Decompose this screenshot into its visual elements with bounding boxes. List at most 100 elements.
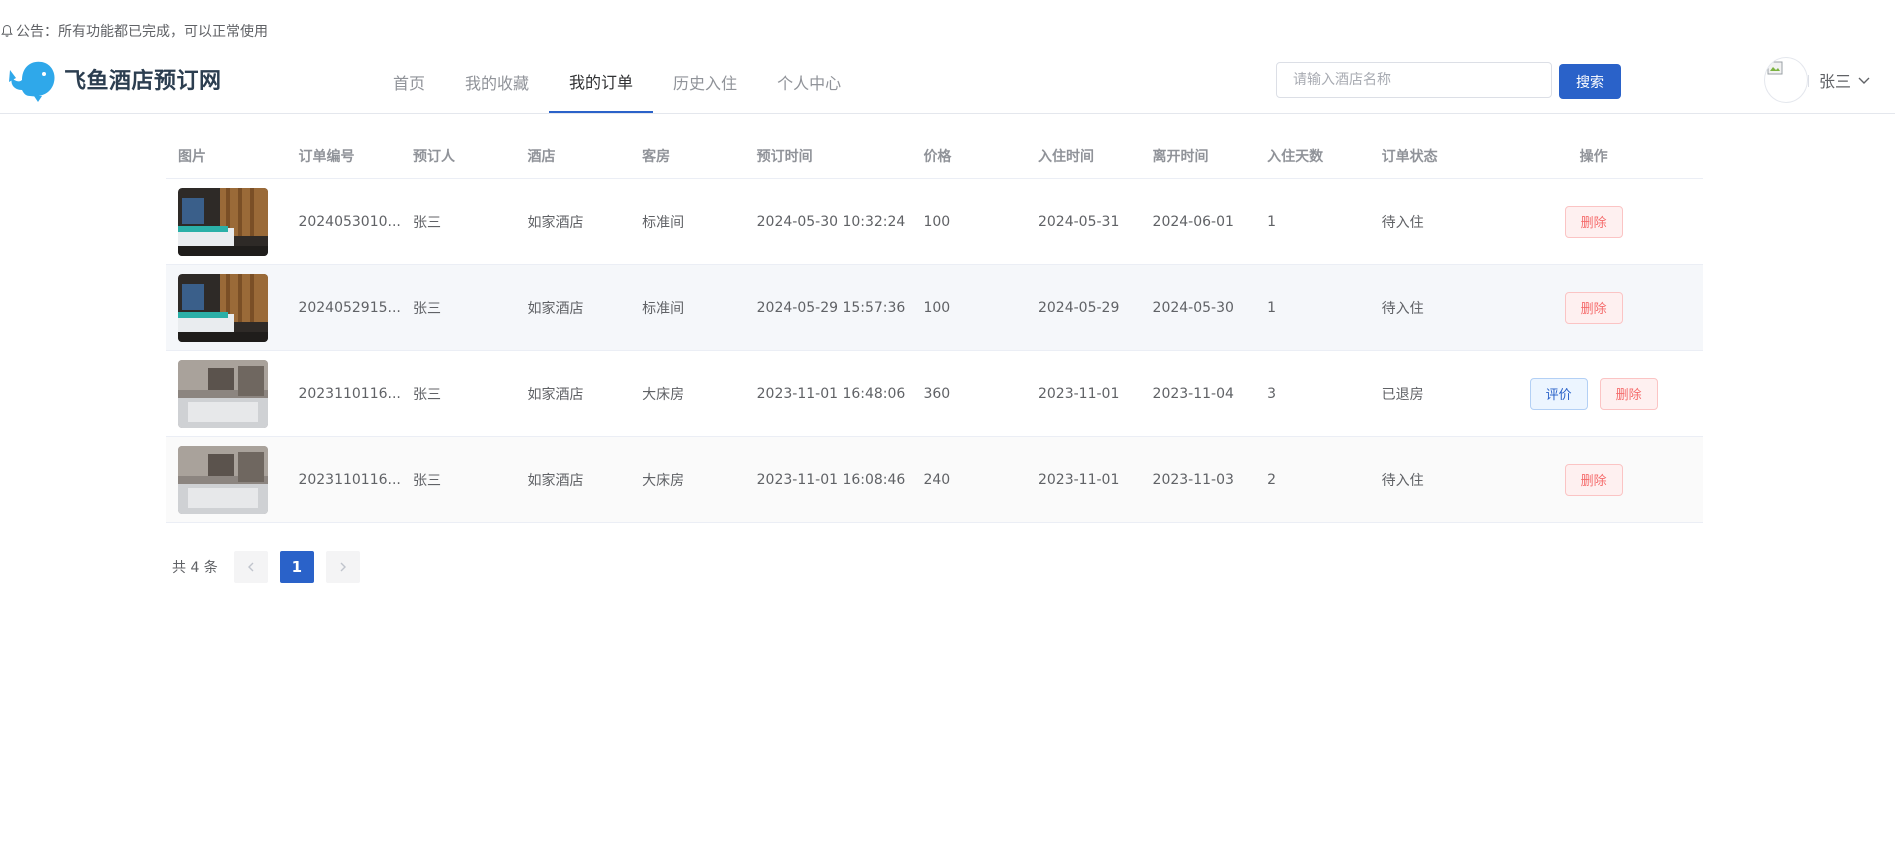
whale-logo-icon [9, 61, 55, 102]
room-type: 大床房 [642, 472, 685, 489]
prev-page-button[interactable] [233, 551, 268, 583]
site-logo[interactable]: 飞鱼酒店预订网 [8, 56, 222, 102]
header-divider [1808, 75, 1809, 87]
col-header-image: 图片 [178, 148, 206, 165]
price: 240 [923, 471, 951, 488]
room-photo[interactable] [178, 187, 268, 256]
price: 360 [923, 385, 951, 402]
user-name: 张三 [1819, 72, 1852, 91]
guest-name: 张三 [413, 214, 441, 231]
row-actions: 评价 删除 [1484, 377, 1703, 410]
guest-name: 张三 [413, 300, 441, 317]
room-image-cell [166, 273, 286, 342]
price: 100 [923, 213, 951, 230]
search-button[interactable]: 搜索 [1559, 64, 1621, 99]
checkin-date: 2024-05-31 [1037, 213, 1120, 230]
nav-home[interactable]: 首页 [373, 50, 445, 113]
hotel-name: 如家酒店 [527, 300, 584, 317]
col-header-guest: 预订人 [413, 148, 455, 165]
guest-name: 张三 [413, 386, 441, 403]
chevron-right-icon [340, 562, 346, 572]
room-image-cell [166, 445, 286, 514]
checkin-date: 2023-11-01 [1037, 385, 1120, 402]
order-number: 2023110116... [298, 471, 401, 488]
orders-table: 图片 订单编号 预订人 酒店 客房 预订时间 价格 入住时间 离开时间 入住天数… [166, 133, 1703, 523]
chevron-left-icon [247, 562, 254, 572]
delete-button[interactable]: 删除 [1564, 291, 1623, 324]
col-header-order-no: 订单编号 [298, 148, 355, 165]
stay-days: 1 [1267, 213, 1276, 230]
pagination: 共 4 条 1 [172, 551, 372, 583]
nav-profile[interactable]: 个人中心 [757, 50, 861, 113]
stay-days: 3 [1267, 385, 1276, 402]
nav-history[interactable]: 历史入住 [653, 50, 757, 113]
room-image-cell [166, 359, 286, 428]
checkout-date: 2024-05-30 [1152, 299, 1234, 316]
col-header-days: 入住天数 [1267, 148, 1324, 165]
user-menu[interactable]: 张三 [1819, 68, 1871, 92]
order-number: 2024052915... [298, 299, 401, 316]
delete-button[interactable]: 删除 [1564, 463, 1623, 496]
hotel-name: 如家酒店 [527, 472, 584, 489]
row-actions: 删除 [1484, 205, 1703, 238]
room-photo[interactable] [178, 273, 268, 342]
booked-time: 2023-11-01 16:48:06 [756, 385, 906, 402]
order-number: 2023110116... [298, 385, 401, 402]
total-count: 共 4 条 [172, 560, 218, 576]
order-status: 待入住 [1381, 214, 1424, 231]
order-status: 待入住 [1381, 300, 1424, 317]
order-status: 已退房 [1381, 386, 1424, 403]
bell-icon [1, 24, 13, 37]
table-row: 2023110116... 张三 如家酒店 大床房 2023-11-01 16:… [166, 437, 1703, 523]
room-photo[interactable] [178, 445, 268, 514]
stay-days: 2 [1267, 471, 1276, 488]
col-header-actions: 操作 [1579, 148, 1608, 165]
site-name: 飞鱼酒店预订网 [64, 69, 222, 94]
room-type: 大床房 [642, 386, 685, 403]
guest-name: 张三 [413, 472, 441, 489]
booked-time: 2024-05-29 15:57:36 [756, 299, 906, 316]
hotel-name: 如家酒店 [527, 386, 584, 403]
booked-time: 2024-05-30 10:32:24 [756, 213, 906, 230]
checkin-date: 2024-05-29 [1037, 299, 1120, 316]
main-nav: 首页 我的收藏 我的订单 历史入住 个人中心 [373, 50, 861, 113]
order-number: 2024053010... [298, 213, 401, 230]
room-photo[interactable] [178, 359, 268, 428]
table-row: 2024053010... 张三 如家酒店 标准间 2024-05-30 10:… [166, 179, 1703, 265]
col-header-hotel: 酒店 [527, 148, 556, 165]
next-page-button[interactable] [325, 551, 360, 583]
avatar[interactable] [1764, 57, 1808, 103]
checkout-date: 2024-06-01 [1152, 213, 1234, 230]
col-header-checkin: 入住时间 [1037, 148, 1094, 165]
col-header-checkout: 离开时间 [1152, 148, 1209, 165]
review-button[interactable]: 评价 [1529, 377, 1588, 410]
col-header-booked-time: 预订时间 [756, 148, 813, 165]
order-status: 待入住 [1381, 472, 1424, 489]
checkin-date: 2023-11-01 [1037, 471, 1120, 488]
stay-days: 1 [1267, 299, 1276, 316]
delete-button[interactable]: 删除 [1564, 205, 1623, 238]
nav-favorites[interactable]: 我的收藏 [445, 50, 549, 113]
room-type: 标准间 [642, 300, 685, 317]
row-actions: 删除 [1484, 291, 1703, 324]
hotel-name: 如家酒店 [527, 214, 584, 231]
table-row: 2024052915... 张三 如家酒店 标准间 2024-05-29 15:… [166, 265, 1703, 351]
checkout-date: 2023-11-04 [1152, 385, 1234, 402]
price: 100 [923, 299, 951, 316]
room-image-cell [166, 187, 286, 256]
row-actions: 删除 [1484, 463, 1703, 496]
delete-button[interactable]: 删除 [1599, 377, 1658, 410]
col-header-room: 客房 [642, 148, 671, 165]
table-row: 2023110116... 张三 如家酒店 大床房 2023-11-01 16:… [166, 351, 1703, 437]
table-header: 图片 订单编号 预订人 酒店 客房 预订时间 价格 入住时间 离开时间 入住天数… [166, 133, 1703, 179]
nav-my-orders[interactable]: 我的订单 [549, 50, 654, 113]
top-header: 飞鱼酒店预订网 首页 我的收藏 我的订单 历史入住 个人中心 搜索 张三 [0, 50, 1895, 114]
hotel-search-input[interactable] [1276, 62, 1552, 98]
page-number-button[interactable]: 1 [279, 551, 314, 583]
announcement-bar: 公告：所有功能都已完成，可以正常使用 [0, 20, 268, 42]
col-header-price: 价格 [923, 148, 952, 165]
checkout-date: 2023-11-03 [1152, 471, 1234, 488]
col-header-status: 订单状态 [1381, 148, 1438, 165]
broken-image-icon [1767, 61, 1783, 75]
chevron-down-icon [1858, 77, 1870, 84]
